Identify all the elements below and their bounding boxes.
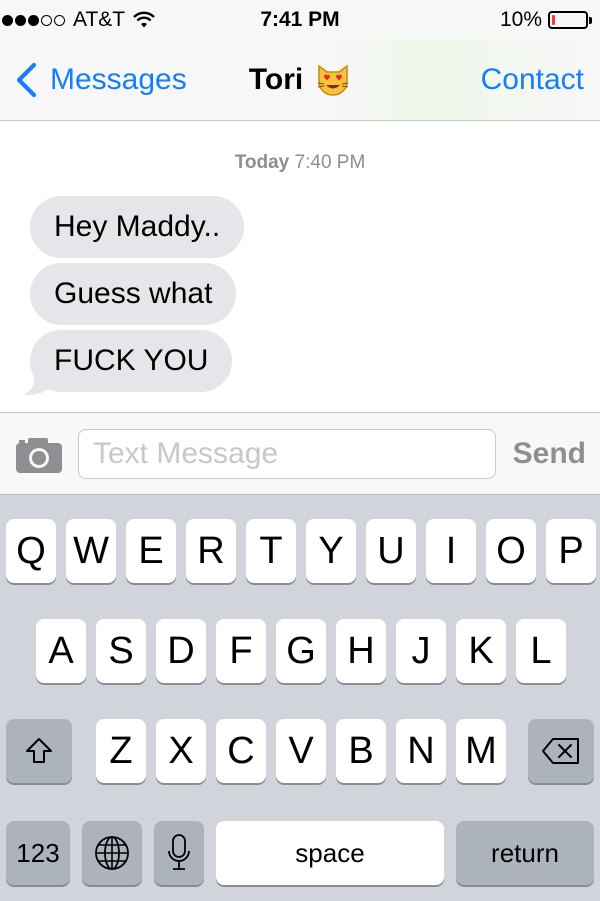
message-timestamp: Today 7:40 PM — [0, 152, 600, 174]
key-q[interactable]: Q — [6, 519, 56, 583]
camera-icon[interactable] — [14, 435, 64, 475]
key-t[interactable]: T — [246, 519, 296, 583]
shift-icon — [26, 738, 52, 763]
navigation-bar: Messages Tori Contact — [0, 40, 600, 121]
key-o[interactable]: O — [486, 519, 536, 583]
shift-key[interactable] — [6, 719, 72, 783]
globe-key[interactable] — [82, 821, 142, 885]
key-b[interactable]: B — [336, 719, 386, 783]
key-k[interactable]: K — [456, 619, 506, 683]
timestamp-day: Today — [234, 152, 290, 173]
delete-key[interactable] — [528, 719, 594, 783]
key-i[interactable]: I — [426, 519, 476, 583]
status-bar: AT&T 7:41 PM 10% — [0, 0, 600, 40]
carrier-indicator: AT&T — [2, 8, 155, 32]
key-p[interactable]: P — [546, 519, 596, 583]
wifi-icon — [133, 11, 155, 28]
key-u[interactable]: U — [366, 519, 416, 583]
signal-strength-icon — [2, 14, 67, 26]
incoming-message-bubble[interactable]: FUCK YOU — [30, 330, 233, 392]
space-key[interactable]: space — [216, 821, 444, 885]
key-d[interactable]: D — [156, 619, 206, 683]
message-text: FUCK YOU — [54, 344, 209, 377]
message-composer: Send — [0, 412, 600, 495]
key-m[interactable]: M — [456, 719, 506, 783]
key-e[interactable]: E — [126, 519, 176, 583]
contact-button[interactable]: Contact — [481, 60, 584, 100]
key-r[interactable]: R — [186, 519, 236, 583]
delete-icon — [542, 738, 579, 764]
key-f[interactable]: F — [216, 619, 266, 683]
text-message-input[interactable] — [78, 429, 496, 479]
key-h[interactable]: H — [336, 619, 386, 683]
microphone-icon — [168, 834, 190, 870]
numbers-key[interactable]: 123 — [6, 821, 70, 885]
battery-level-fill — [552, 15, 555, 25]
battery-icon — [548, 11, 592, 29]
message-text: Guess what — [54, 277, 213, 310]
key-j[interactable]: J — [396, 619, 446, 683]
key-a[interactable]: A — [36, 619, 86, 683]
key-x[interactable]: X — [156, 719, 206, 783]
carrier-name: AT&T — [73, 8, 126, 31]
key-g[interactable]: G — [276, 619, 326, 683]
heart-eyes-cat-icon — [318, 64, 349, 96]
key-l[interactable]: L — [516, 619, 566, 683]
send-button[interactable]: Send — [513, 429, 586, 479]
key-z[interactable]: Z — [96, 719, 146, 783]
incoming-message-bubble[interactable]: Hey Maddy.. — [30, 196, 245, 258]
dictation-key[interactable] — [154, 821, 204, 885]
key-v[interactable]: V — [276, 719, 326, 783]
timestamp-time: 7:40 PM — [294, 152, 366, 173]
keyboard: Q W E R T Y U I O P A S D F G H J K L Z … — [0, 494, 600, 901]
battery-percent: 10% — [499, 8, 542, 31]
key-w[interactable]: W — [66, 519, 116, 583]
battery-indicator: 10% — [499, 8, 592, 32]
globe-icon — [95, 836, 129, 870]
key-n[interactable]: N — [396, 719, 446, 783]
key-c[interactable]: C — [216, 719, 266, 783]
incoming-message-bubble[interactable]: Guess what — [30, 263, 237, 325]
key-y[interactable]: Y — [306, 519, 356, 583]
contact-name: Tori — [248, 63, 304, 96]
key-s[interactable]: S — [96, 619, 146, 683]
return-key[interactable]: return — [456, 821, 594, 885]
message-text: Hey Maddy.. — [54, 210, 221, 243]
